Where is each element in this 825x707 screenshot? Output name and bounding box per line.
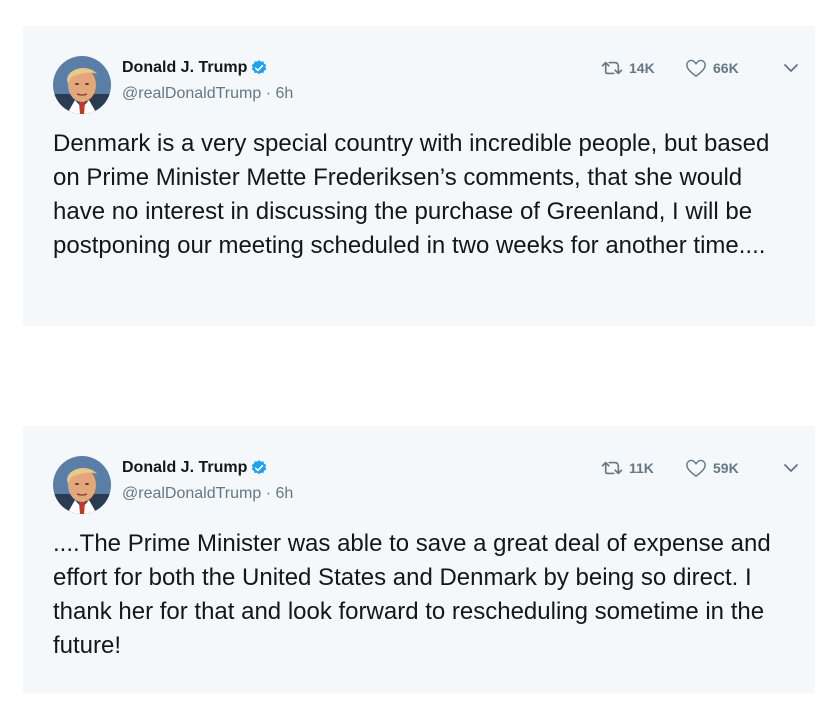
- tweet-text: ....The Prime Minister was able to save …: [53, 530, 771, 659]
- tweet-text: Denmark is a very special country with i…: [53, 130, 770, 259]
- retweet-count: 11K: [629, 460, 654, 476]
- author-display-name[interactable]: Donald J. Trump: [122, 59, 247, 77]
- avatar[interactable]: [53, 456, 111, 514]
- tweet-menu-button[interactable]: [783, 463, 799, 473]
- tweet-card[interactable]: Donald J. Trump @realDonaldTrump · 6h 11…: [23, 426, 815, 693]
- author-handle[interactable]: @realDonaldTrump: [122, 85, 261, 102]
- separator-dot: ·: [265, 85, 276, 102]
- author-handle[interactable]: @realDonaldTrump: [122, 485, 261, 502]
- retweet-button[interactable]: 11K: [601, 459, 685, 477]
- retweet-icon: [601, 461, 623, 475]
- heart-icon: [686, 459, 706, 477]
- author-display-name[interactable]: Donald J. Trump: [122, 459, 247, 477]
- separator-dot: ·: [265, 485, 276, 502]
- retweet-count: 14K: [629, 60, 655, 76]
- tweet-card[interactable]: Donald J. Trump @realDonaldTrump · 6h 14…: [23, 26, 815, 326]
- like-button[interactable]: 66K: [685, 58, 775, 78]
- tweet-timestamp[interactable]: 6h: [276, 485, 294, 502]
- tweet-timestamp[interactable]: 6h: [276, 85, 294, 102]
- retweet-button[interactable]: 14K: [601, 59, 685, 77]
- chevron-down-icon: [784, 464, 798, 472]
- avatar[interactable]: [53, 56, 111, 114]
- like-button[interactable]: 59K: [685, 458, 775, 478]
- chevron-down-icon: [784, 64, 798, 72]
- verified-badge-icon: [250, 459, 268, 477]
- verified-badge-icon: [250, 59, 268, 77]
- like-count: 66K: [713, 60, 739, 76]
- retweet-icon: [601, 61, 623, 75]
- tweet-menu-button[interactable]: [783, 63, 799, 73]
- heart-icon: [686, 59, 706, 77]
- like-count: 59K: [713, 460, 739, 476]
